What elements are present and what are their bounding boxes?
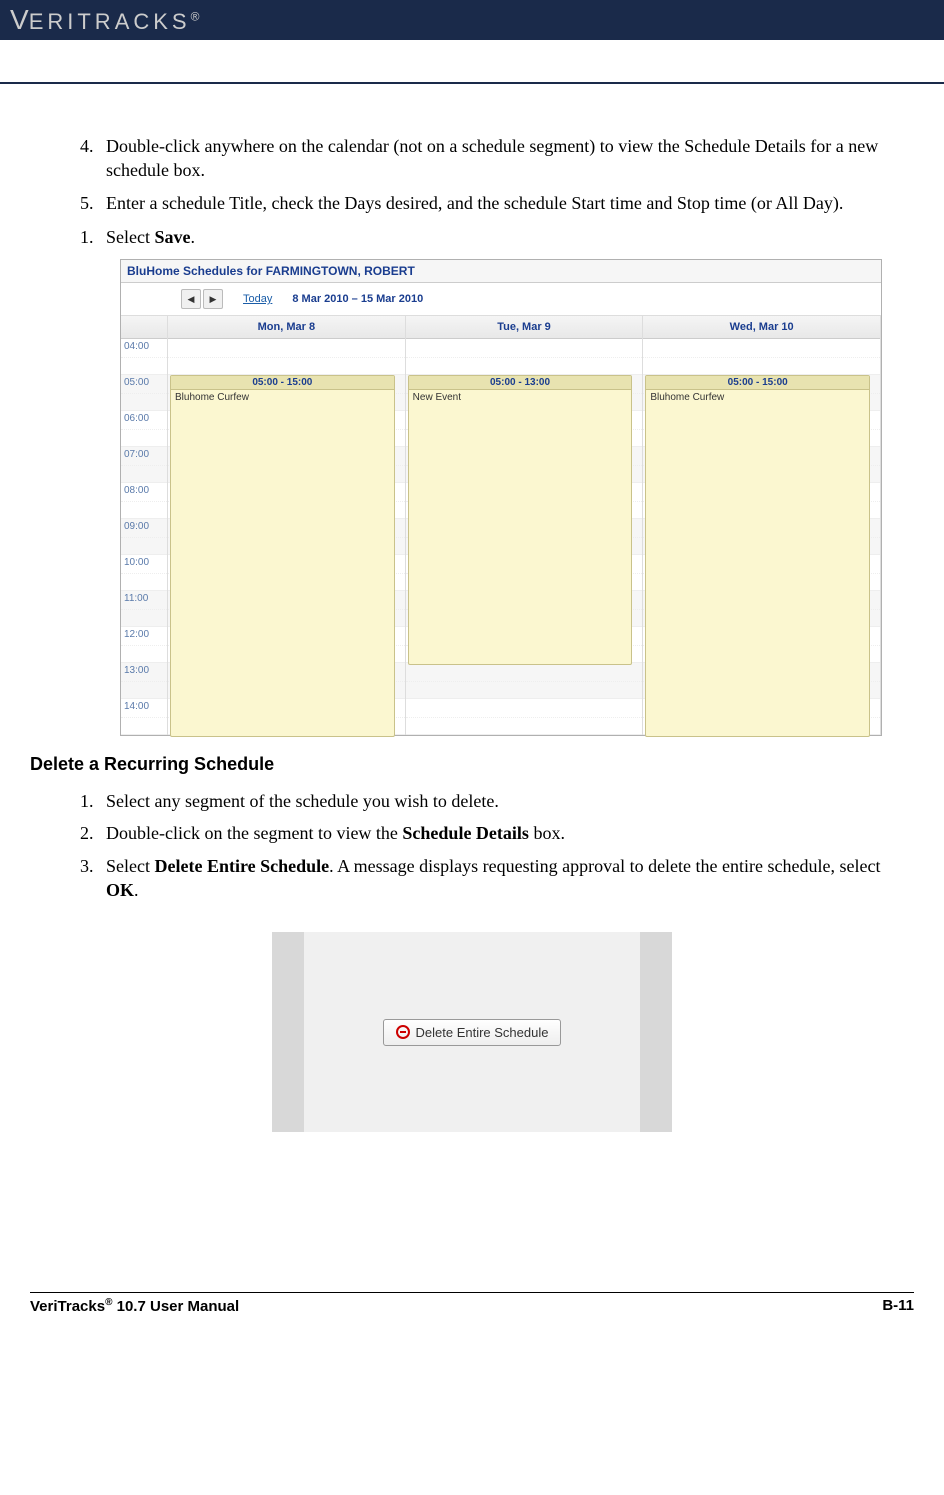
calendar-day-column[interactable]: Mon, Mar 8 05:00 - 15:00Bluhome Curfew [168, 316, 406, 735]
del-step-3-p1: Select [106, 856, 154, 876]
calendar-hour-row: 13:00 [121, 663, 167, 699]
calendar-hour-row: 07:00 [121, 447, 167, 483]
footer-left: VeriTracks® 10.7 User Manual [30, 1297, 239, 1315]
calendar-hour-label: 06:00 [121, 411, 167, 426]
brand-logo: VERITRACKS® [10, 4, 199, 36]
delete-entire-schedule-button[interactable]: Delete Entire Schedule [383, 1019, 562, 1046]
calendar-grid: 04:00 05:00 06:00 07:00 08:00 09:00 10:00 11:00… [121, 316, 881, 735]
calendar-hour-label: 13:00 [121, 663, 167, 678]
step-5-text: Enter a schedule Title, check the Days d… [106, 193, 843, 213]
calendar-hour-label: 05:00 [121, 375, 167, 390]
del-step-2-suffix: box. [529, 823, 565, 843]
calendar-hour-row: 05:00 [121, 375, 167, 411]
page-footer: VeriTracks® 10.7 User Manual B-11 [30, 1292, 914, 1315]
calendar-hour-label: 14:00 [121, 699, 167, 714]
calendar-hour-row: 10:00 [121, 555, 167, 591]
calendar-hour-label: 09:00 [121, 519, 167, 534]
calendar-day-header: Wed, Mar 10 [643, 316, 880, 339]
del-step-2: Double-click on the segment to view the … [98, 821, 914, 845]
calendar-hour-label: 10:00 [121, 555, 167, 570]
calendar-event[interactable]: 05:00 - 13:00New Event [408, 375, 633, 665]
delete-button-label: Delete Entire Schedule [416, 1025, 549, 1040]
calendar-hour-label: 04:00 [121, 339, 167, 354]
calendar-event[interactable]: 05:00 - 15:00Bluhome Curfew [170, 375, 395, 737]
steps-list-a: Double-click anywhere on the calendar (n… [30, 134, 914, 215]
footer-product: VeriTracks [30, 1298, 105, 1315]
calendar-day-column[interactable]: Tue, Mar 9 05:00 - 13:00New Event [406, 316, 644, 735]
del-step-2-prefix: Double-click on the segment to view the [106, 823, 402, 843]
calendar-event-title: Bluhome Curfew [646, 390, 869, 405]
subsection-heading: Delete a Recurring Schedule [30, 754, 914, 775]
calendar-day-header: Mon, Mar 8 [168, 316, 405, 339]
steps-list-b: Select Save. [30, 225, 914, 249]
calendar-event-time: 05:00 - 15:00 [171, 376, 394, 390]
registered-mark: ® [191, 10, 200, 24]
calendar-event-title: New Event [409, 390, 632, 405]
page-header: VERITRACKS® [0, 0, 944, 40]
calendar-hour-row: 08:00 [121, 483, 167, 519]
del-step-3: Select Delete Entire Schedule. A message… [98, 854, 914, 903]
step-save: Select Save. [98, 225, 914, 249]
del-step-3-b1: Delete Entire Schedule [154, 856, 329, 876]
delete-screenshot: Delete Entire Schedule [272, 932, 672, 1132]
calendar-title: BluHome Schedules for FARMINGTOWN, ROBER… [121, 260, 881, 283]
step-save-suffix: . [190, 227, 195, 247]
calendar-hour-label: 08:00 [121, 483, 167, 498]
calendar-event[interactable]: 05:00 - 15:00Bluhome Curfew [645, 375, 870, 737]
calendar-hour-label: 07:00 [121, 447, 167, 462]
footer-page-number: B-11 [882, 1297, 914, 1315]
calendar-day-column[interactable]: Wed, Mar 10 05:00 - 15:00Bluhome Curfew [643, 316, 881, 735]
calendar-hour-row: 12:00 [121, 627, 167, 663]
del-step-1-text: Select any segment of the schedule you w… [106, 791, 499, 811]
calendar-hour-row: 11:00 [121, 591, 167, 627]
calendar-next-button[interactable]: ▶ [203, 289, 223, 309]
calendar-hour-label: 11:00 [121, 591, 167, 606]
calendar-screenshot: BluHome Schedules for FARMINGTOWN, ROBER… [120, 259, 882, 736]
brand-text: ERITRACKS [29, 9, 191, 34]
calendar-time-column: 04:00 05:00 06:00 07:00 08:00 09:00 10:00 11:00… [121, 316, 168, 735]
step-4-text: Double-click anywhere on the calendar (n… [106, 136, 878, 180]
steps-list-c: Select any segment of the schedule you w… [30, 789, 914, 902]
step-save-bold: Save [154, 227, 190, 247]
calendar-event-time: 05:00 - 15:00 [646, 376, 869, 390]
calendar-prev-button[interactable]: ◀ [181, 289, 201, 309]
calendar-hour-row: 06:00 [121, 411, 167, 447]
delete-icon [396, 1025, 410, 1039]
calendar-hour-row: 09:00 [121, 519, 167, 555]
calendar-hour-row: 14:00 [121, 699, 167, 735]
step-save-prefix: Select [106, 227, 154, 247]
del-step-1: Select any segment of the schedule you w… [98, 789, 914, 813]
calendar-event-time: 05:00 - 13:00 [409, 376, 632, 390]
step-5: Enter a schedule Title, check the Days d… [98, 191, 914, 215]
header-rule [0, 40, 944, 84]
footer-manual: 10.7 User Manual [112, 1298, 239, 1315]
del-step-3-b2: OK [106, 880, 134, 900]
calendar-date-range: 8 Mar 2010 – 15 Mar 2010 [292, 293, 423, 305]
calendar-event-title: Bluhome Curfew [171, 390, 394, 405]
step-4: Double-click anywhere on the calendar (n… [98, 134, 914, 183]
del-step-3-p2: . A message displays requesting approval… [329, 856, 880, 876]
del-step-2-bold: Schedule Details [402, 823, 529, 843]
calendar-today-link[interactable]: Today [243, 293, 272, 305]
del-step-3-p3: . [134, 880, 139, 900]
calendar-day-header: Tue, Mar 9 [406, 316, 643, 339]
calendar-hour-label: 12:00 [121, 627, 167, 642]
calendar-hour-row: 04:00 [121, 339, 167, 375]
calendar-toolbar: ◀ ▶ Today 8 Mar 2010 – 15 Mar 2010 [121, 283, 881, 316]
